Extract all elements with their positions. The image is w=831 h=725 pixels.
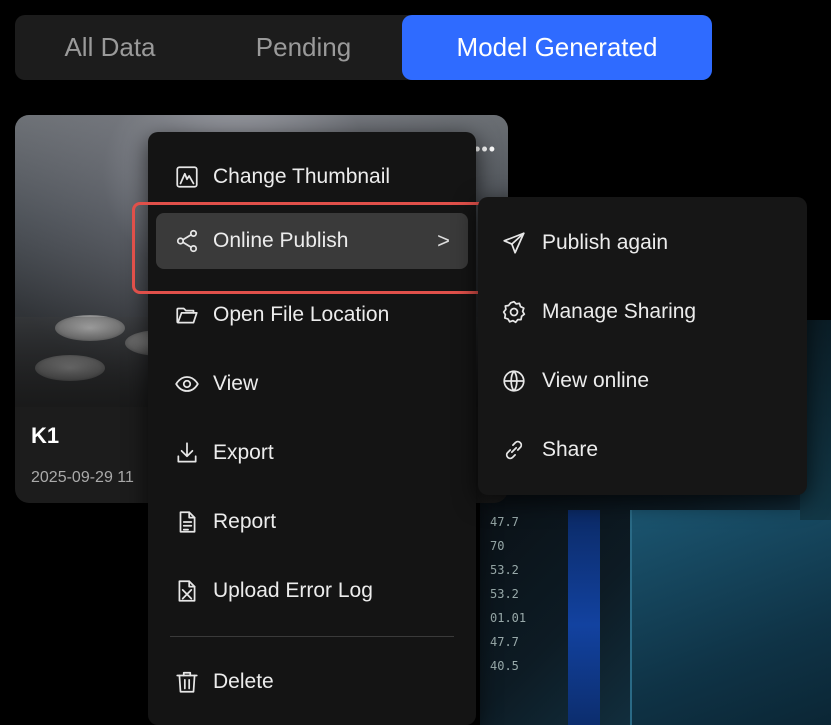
scene-number: 70 — [490, 539, 505, 553]
scene-panel — [630, 510, 831, 725]
menu-item-report[interactable]: Report — [156, 494, 468, 550]
send-icon — [500, 229, 528, 257]
menu-item-label: Online Publish — [213, 229, 349, 252]
scene-number: 53.2 — [490, 563, 519, 577]
scene-meter — [568, 510, 600, 725]
submenu-item-manage-sharing[interactable]: Manage Sharing — [488, 284, 798, 340]
tab-all-data[interactable]: All Data — [15, 15, 205, 80]
context-menu: Change Thumbnail Online Publish > Open F… — [148, 132, 476, 725]
menu-item-upload-error-log[interactable]: Upload Error Log — [156, 563, 468, 619]
gear-icon — [500, 298, 528, 326]
download-icon — [173, 439, 201, 467]
scene-number: 47.7 — [490, 515, 519, 529]
submenu-item-label: View online — [542, 369, 650, 392]
image-icon — [173, 163, 201, 191]
trash-icon — [173, 668, 201, 696]
scene-number: 47.7 — [490, 635, 519, 649]
tab-bar: All Data Pending Model Generated — [15, 15, 712, 80]
link-icon — [500, 436, 528, 464]
submenu-item-view-online[interactable]: View online — [488, 353, 798, 409]
globe-icon — [500, 367, 528, 395]
share-nodes-icon — [173, 227, 201, 255]
more-options-icon[interactable]: ••• — [474, 139, 496, 160]
file-x-icon — [173, 577, 201, 605]
menu-divider — [170, 636, 454, 637]
menu-item-label: Delete — [213, 670, 274, 693]
menu-item-label: Open File Location — [213, 303, 390, 326]
tab-pending[interactable]: Pending — [205, 15, 402, 80]
menu-item-label: Upload Error Log — [213, 579, 373, 602]
submenu-item-label: Publish again — [542, 231, 669, 254]
menu-item-open-file-location[interactable]: Open File Location — [156, 287, 468, 343]
submenu-item-publish-again[interactable]: Publish again — [488, 215, 798, 271]
eye-icon — [173, 370, 201, 398]
online-publish-submenu: Publish again Manage Sharing View online… — [478, 197, 807, 495]
menu-item-online-publish[interactable]: Online Publish > — [156, 213, 468, 269]
menu-item-delete[interactable]: Delete — [156, 654, 468, 710]
submenu-item-share[interactable]: Share — [488, 422, 798, 478]
menu-item-label: Change Thumbnail — [213, 165, 391, 188]
menu-item-export[interactable]: Export — [156, 425, 468, 481]
chevron-right-icon: > — [437, 228, 450, 253]
menu-item-label: Export — [213, 441, 274, 464]
scene-number: 01.01 — [490, 611, 527, 625]
folder-icon — [173, 301, 201, 329]
submenu-item-label: Manage Sharing — [542, 300, 697, 323]
background-scene: 47.7 70 53.2 53.2 01.01 47.7 40.5 — [480, 470, 831, 725]
project-date: 2025-09-29 11 — [31, 469, 134, 486]
menu-item-view[interactable]: View — [156, 356, 468, 412]
menu-item-label: Report — [213, 510, 277, 533]
document-icon — [173, 508, 201, 536]
scene-numbers: 47.7 70 53.2 53.2 01.01 47.7 40.5 — [490, 510, 530, 678]
project-title: K1 — [31, 423, 60, 448]
tab-model-generated[interactable]: Model Generated — [402, 15, 712, 80]
scene-number: 40.5 — [490, 659, 519, 673]
menu-item-label: View — [213, 372, 259, 395]
scene-number: 53.2 — [490, 587, 519, 601]
submenu-item-label: Share — [542, 438, 599, 461]
menu-item-change-thumbnail[interactable]: Change Thumbnail — [156, 149, 468, 205]
